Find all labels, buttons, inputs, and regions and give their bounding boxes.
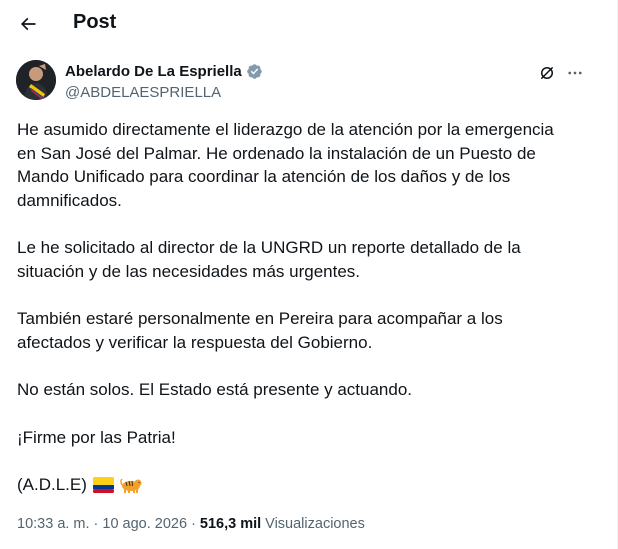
views-label: Visualizaciones (265, 516, 365, 532)
avatar-image (16, 60, 56, 100)
meta-separator: · (93, 516, 99, 532)
author-name-text: Abelardo De La Espriella (65, 63, 242, 80)
post-detail-view: Post Abelardo De La Espriella @ABDELAESP… (0, 0, 618, 549)
post-header: Post (0, 0, 600, 48)
tweet-date[interactable]: 10 ago. 2026 (102, 516, 187, 532)
views-count: 516,3 mil (199, 516, 262, 532)
verified-badge-icon (246, 64, 262, 79)
colombia-flag-icon (92, 476, 114, 493)
grok-button[interactable] (535, 61, 559, 85)
meta-separator: · (191, 516, 196, 532)
author-handle[interactable]: @ABDELAESPRIELLA (65, 84, 221, 101)
tweet-paragraph: Le he solicitado al director de la UNGRD… (17, 238, 521, 281)
avatar[interactable] (16, 60, 56, 100)
tweet-paragraph: ¡Firme por las Patria! (17, 427, 176, 447)
more-horizontal-icon (568, 71, 582, 75)
grok-icon (541, 67, 553, 79)
arrow-left-icon (20, 17, 36, 31)
tweet-meta: 10:33 a. m. · 10 ago. 2026 · 516,3 mil V… (17, 516, 365, 532)
back-button[interactable] (12, 8, 44, 40)
tweet-signature: (A.D.L.E) (17, 475, 87, 494)
tweet-signature-line: (A.D.L.E) (17, 473, 577, 497)
tweet-time[interactable]: 10:33 a. m. (17, 516, 90, 532)
tweet-paragraph: He asumido directamente el liderazgo de … (17, 120, 554, 210)
tiger-icon (120, 478, 142, 493)
author-name[interactable]: Abelardo De La Espriella (65, 63, 263, 80)
page-title: Post (73, 11, 117, 33)
tweet-paragraph: No están solos. El Estado está presente … (17, 380, 413, 399)
tweet-text: He asumido directamente el liderazgo de … (17, 118, 577, 497)
tweet-paragraph: También estaré personalmente en Pereira … (17, 309, 503, 352)
more-options-button[interactable] (563, 61, 587, 85)
